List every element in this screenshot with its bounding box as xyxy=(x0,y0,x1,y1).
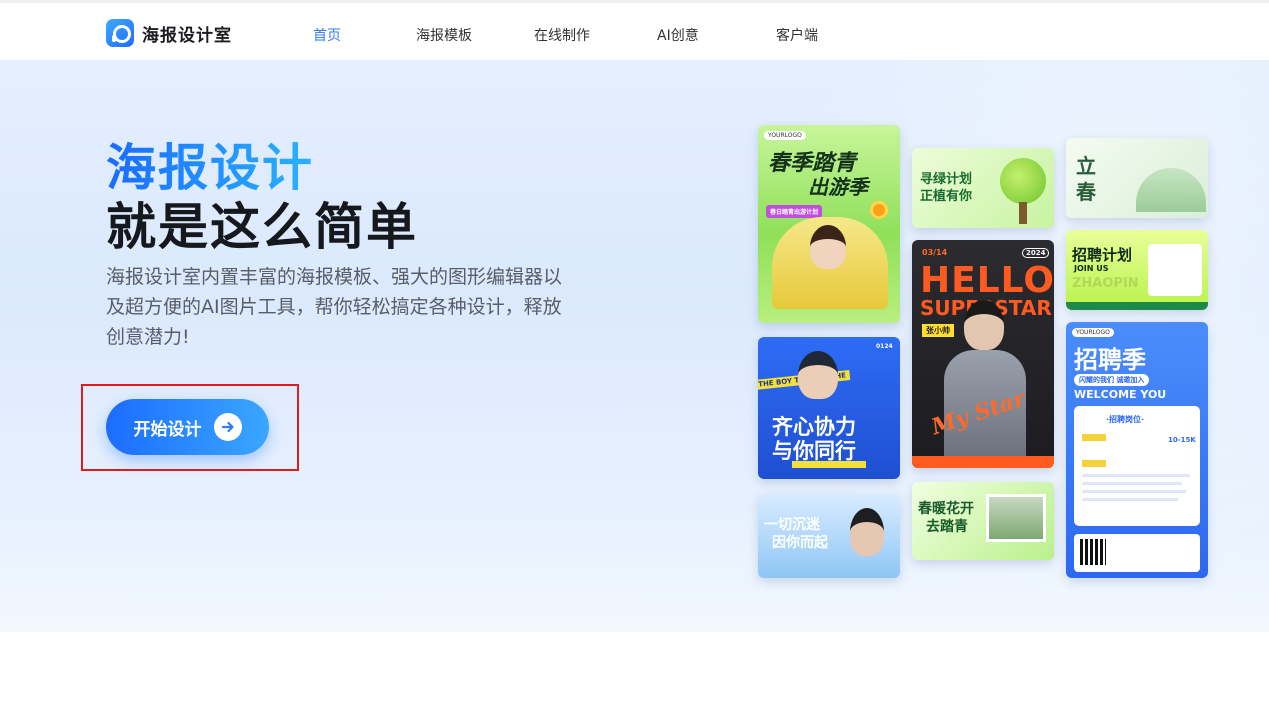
nav-item-ai-creative[interactable]: AI创意 xyxy=(657,25,699,45)
poster-lichun[interactable]: 立 春 xyxy=(1066,138,1208,218)
mountain-graphic xyxy=(1136,168,1206,212)
arrow-right-icon xyxy=(213,413,242,441)
poster-tag: 春日踏青出游计划 xyxy=(766,205,823,218)
start-design-label: 开始设计 xyxy=(133,419,202,440)
poster-section: ·招聘岗位· xyxy=(1106,415,1145,424)
poster-recruit-season[interactable]: YOURLOGO 招聘季 闪耀的我们 诚邀加入 WELCOME YOU ·招聘岗… xyxy=(1066,322,1208,578)
flower-icon xyxy=(870,201,888,219)
poster-title: 立 xyxy=(1076,154,1096,178)
poster-name-tag: 张小帅 xyxy=(922,324,954,337)
nav-item-client[interactable]: 客户端 xyxy=(776,25,818,45)
nav-item-home[interactable]: 首页 xyxy=(313,25,341,45)
poster-bg-word: ZHAOPIN xyxy=(1072,276,1139,291)
poster-photo xyxy=(986,494,1046,542)
poster-logo: YOURLOGO xyxy=(1072,328,1114,337)
poster-title: HELLO xyxy=(920,260,1054,301)
poster-title: 一切沉迷 xyxy=(764,517,820,533)
poster-title: 春 xyxy=(1076,180,1096,204)
poster-footer-card xyxy=(1074,534,1200,572)
poster-title: 去踏青 xyxy=(926,519,968,535)
qr-code-icon xyxy=(1080,539,1106,565)
poster-title: 出游季 xyxy=(808,175,868,199)
poster-portrait xyxy=(810,225,846,269)
poster-title: 因你而起 xyxy=(772,535,828,551)
poster-date: 03/14 xyxy=(922,248,948,257)
tree-icon xyxy=(1000,158,1046,204)
tree-trunk xyxy=(1019,202,1027,224)
poster-hello-superstar[interactable]: 03/14 2024 HELLO SUPERSTAR 张小帅 My Star xyxy=(912,240,1054,468)
poster-salary: 10-15K xyxy=(1168,436,1196,444)
start-design-button[interactable]: 开始设计 xyxy=(106,399,269,455)
site-logo[interactable]: 海报设计室 xyxy=(106,19,232,47)
poster-badge: 0124 xyxy=(876,343,893,350)
poster-lost-in-you[interactable]: 一切沉迷 因你而起 xyxy=(758,494,900,578)
text-line xyxy=(1082,498,1178,501)
logo-text: 海报设计室 xyxy=(142,25,232,46)
poster-welcome: WELCOME YOU xyxy=(1074,388,1167,401)
poster-teamwork[interactable]: 0124 THE BOY THE BOY THE 齐心协力 与你同行 xyxy=(758,337,900,479)
poster-portrait xyxy=(798,351,838,399)
poster-portrait xyxy=(964,300,1004,350)
poster-title: 正植有你 xyxy=(920,189,973,204)
poster-subtitle: 闪耀的我们 诚邀加入 xyxy=(1074,374,1150,386)
poster-strip xyxy=(1066,302,1208,310)
nav-item-poster-templates[interactable]: 海报模板 xyxy=(416,25,472,45)
poster-strip xyxy=(912,456,1054,468)
poster-logo: YOURLOGO xyxy=(764,131,806,140)
poster-green-plan[interactable]: 寻绿计划 正植有你 xyxy=(912,148,1054,228)
poster-label xyxy=(1082,434,1106,441)
poster-title: 招聘计划 xyxy=(1072,246,1133,264)
logo-icon xyxy=(106,19,134,47)
nav-item-online-create[interactable]: 在线制作 xyxy=(534,25,590,45)
text-line xyxy=(1082,482,1182,485)
poster-year: 2024 xyxy=(1022,248,1050,258)
poster-info-card xyxy=(1148,244,1202,296)
poster-title: 招聘季 xyxy=(1074,346,1146,374)
poster-spring-outing[interactable]: YOURLOGO 春季踏青 出游季 春日踏青出游计划 xyxy=(758,125,900,323)
text-line xyxy=(1082,474,1190,477)
poster-recruit-plan[interactable]: 招聘计划 JOIN US ZHAOPIN xyxy=(1066,230,1208,310)
poster-strip xyxy=(792,461,866,468)
poster-label xyxy=(1082,460,1106,467)
hero-title-line2: 就是这么简单 xyxy=(106,198,418,256)
poster-info-card: ·招聘岗位· 10-15K xyxy=(1074,406,1200,526)
poster-spring-flowers[interactable]: 春暖花开 去踏青 xyxy=(912,482,1054,560)
poster-title: 春暖花开 xyxy=(918,501,974,517)
poster-portrait xyxy=(850,508,884,556)
top-navbar: 海报设计室 首页 海报模板 在线制作 AI创意 客户端 xyxy=(0,0,1269,60)
poster-subtitle: JOIN US xyxy=(1074,264,1109,273)
text-line xyxy=(1082,490,1186,493)
hero-description: 海报设计室内置丰富的海报模板、强大的图形编辑器以及超方便的AI图片工具，帮你轻松… xyxy=(106,266,563,348)
